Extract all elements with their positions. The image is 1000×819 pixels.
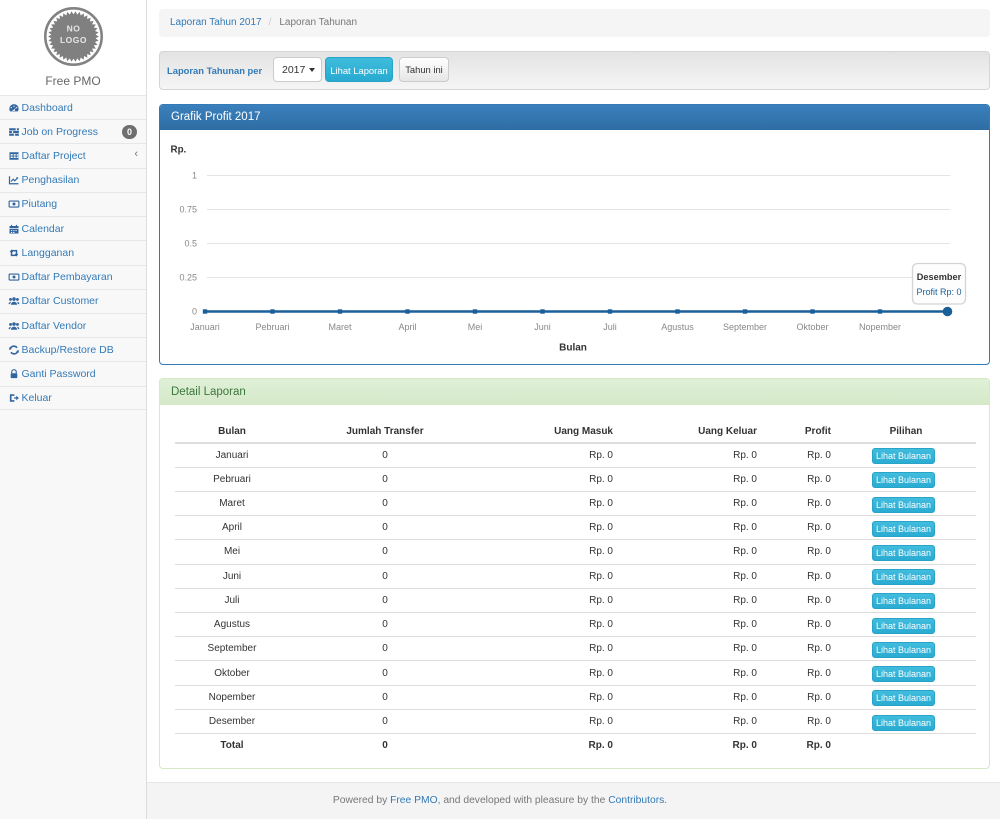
- svg-text:Bulan: Bulan: [559, 343, 587, 354]
- svg-text:0.5: 0.5: [184, 239, 197, 249]
- svg-text:Juli: Juli: [603, 322, 617, 332]
- svg-text:0.75: 0.75: [179, 205, 197, 215]
- svg-text:Januari: Januari: [190, 322, 220, 332]
- svg-text:September: September: [723, 322, 767, 332]
- svg-text:Desember: Desember: [917, 272, 962, 282]
- svg-text:Mei: Mei: [468, 322, 483, 332]
- svg-text:1: 1: [192, 171, 197, 181]
- svg-text:Nopember: Nopember: [859, 322, 901, 332]
- svg-text:Oktober: Oktober: [796, 322, 828, 332]
- svg-text:0.25: 0.25: [179, 273, 197, 283]
- svg-text:0: 0: [192, 307, 197, 317]
- svg-text:April: April: [398, 322, 416, 332]
- svg-text:Maret: Maret: [328, 322, 352, 332]
- svg-text:LOGO: LOGO: [60, 35, 87, 45]
- svg-text:Pebruari: Pebruari: [255, 322, 289, 332]
- svg-text:NO: NO: [67, 24, 81, 34]
- svg-text:Agustus: Agustus: [661, 322, 694, 332]
- svg-text:Profit Rp: 0: Profit Rp: 0: [916, 287, 961, 297]
- svg-text:Rp.: Rp.: [171, 145, 187, 156]
- svg-text:Juni: Juni: [534, 322, 551, 332]
